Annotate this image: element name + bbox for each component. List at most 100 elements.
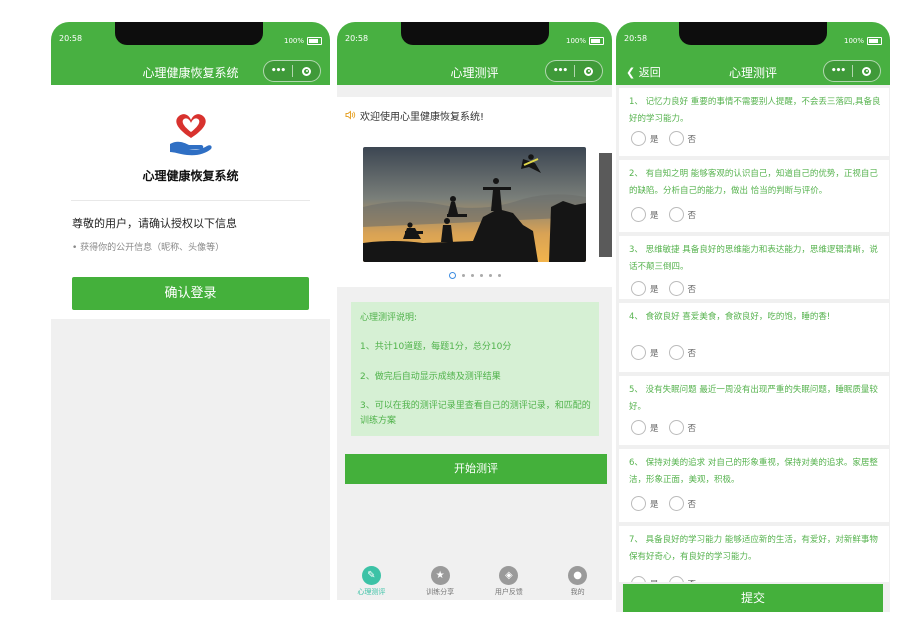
tab-feedback[interactable]: ◈ 用户反馈	[475, 562, 544, 600]
more-button[interactable]: •••	[824, 66, 852, 76]
carousel-dot[interactable]	[462, 274, 465, 277]
record-icon	[862, 66, 871, 76]
option-yes[interactable]: 是	[631, 496, 659, 511]
battery-status: 100%	[566, 37, 604, 45]
answer-options: 是否	[631, 131, 706, 146]
bottom-tab-bar: ✎ 心理测评 ★ 训练分享 ◈ 用户反馈 ● 我的	[337, 562, 612, 600]
battery-status: 100%	[844, 37, 882, 45]
instruction-item: 3、可以在我的测评记录里查看自己的测评记录，和匹配的训练方案	[360, 401, 591, 426]
next-banner-preview	[599, 153, 612, 257]
divider	[71, 200, 310, 201]
answer-options: 是否	[631, 345, 706, 360]
tab-profile[interactable]: ● 我的	[543, 562, 612, 600]
tab-label: 用户反馈	[494, 588, 523, 596]
radio-button[interactable]	[668, 496, 684, 511]
tab-assessment[interactable]: ✎ 心理测评	[337, 562, 406, 600]
login-screen: 20:58 100% 心理健康恢复系统 ••• 心理健康恢复系统 尊敬的用户，请…	[51, 22, 330, 600]
radio-button[interactable]	[631, 345, 646, 360]
option-label: 是	[650, 423, 659, 434]
radio-button[interactable]	[631, 131, 646, 146]
option-label: 否	[687, 134, 697, 145]
nav-bar: 20:58 100% 心理健康恢复系统 •••	[51, 22, 330, 85]
more-button[interactable]: •••	[546, 66, 574, 76]
notch	[679, 22, 827, 45]
answer-options: 是否	[631, 496, 706, 511]
radio-button[interactable]	[668, 281, 684, 296]
instruction-item: 2、做完后自动显示成绩及测评结果	[360, 372, 501, 382]
tab-label: 心理测评	[357, 588, 386, 596]
question-item: 1、 记忆力良好 重要的事情不需要别人提醒，不会丢三落四,具备良好的学习能力。是…	[619, 88, 889, 156]
confirm-login-button[interactable]: 确认登录	[72, 277, 309, 310]
banner-carousel[interactable]	[337, 133, 612, 287]
option-yes[interactable]: 是	[631, 345, 659, 360]
question-text: 7、 具备良好的学习能力 能够适应新的生活，有爱好，对新鲜事物保有好奇心，有良好…	[629, 535, 878, 562]
option-no[interactable]: 否	[668, 207, 696, 222]
carousel-dot[interactable]	[471, 274, 474, 277]
teamwork-silhouette-image	[363, 147, 586, 262]
submit-button[interactable]: 提交	[623, 584, 883, 612]
start-assessment-button[interactable]: 开始测评	[345, 454, 607, 484]
option-label: 是	[650, 134, 659, 145]
answer-options: 是否	[631, 420, 706, 435]
assessment-home-screen: 20:58 100% 心理测评 ••• 欢迎使用心里健康恢复系统! 心理测评说明…	[337, 22, 612, 600]
questionnaire-screen: 20:58 100% ❮ 返回 心理测评 ••• 1、 记忆力良好 重要的事情不…	[616, 22, 890, 612]
mini-program-capsule: •••	[263, 60, 321, 82]
radio-button[interactable]	[668, 207, 684, 222]
auth-card: 心理健康恢复系统 尊敬的用户，请确认授权以下信息 • 获得你的公开信息（昵称、头…	[51, 85, 330, 319]
banner-image[interactable]	[363, 147, 586, 262]
status-time: 20:58	[624, 34, 648, 43]
option-yes[interactable]: 是	[631, 131, 659, 146]
feedback-icon: ◈	[499, 566, 519, 585]
option-yes[interactable]: 是	[631, 420, 659, 435]
question-item: 2、 有自知之明 能够客观的认识自己，知道自己的优势，正视自己的缺陷。分析自己的…	[619, 160, 889, 232]
speaker-icon	[345, 110, 356, 120]
close-button[interactable]	[293, 66, 320, 76]
option-label: 是	[650, 210, 659, 221]
close-button[interactable]	[575, 66, 602, 76]
radio-button[interactable]	[631, 496, 646, 511]
battery-icon	[867, 37, 882, 45]
radio-button[interactable]	[631, 281, 646, 296]
answer-options: 是否	[631, 207, 706, 222]
app-name: 心理健康恢复系统	[142, 169, 239, 183]
question-text: 3、 思维敏捷 具备良好的思维能力和表达能力，思维逻辑清晰，说话不颠三倒四。	[629, 245, 878, 272]
option-no[interactable]: 否	[668, 281, 696, 296]
option-no[interactable]: 否	[668, 420, 696, 435]
question-item: 5、 没有失眠问题 最近一周没有出现严重的失眠问题，睡眠质量较好。是否	[619, 376, 889, 445]
option-no[interactable]: 否	[668, 131, 697, 146]
question-text: 2、 有自知之明 能够客观的认识自己，知道自己的优势，正视自己的缺陷。分析自己的…	[629, 169, 878, 196]
more-button[interactable]: •••	[264, 66, 292, 76]
carousel-dot[interactable]	[480, 274, 483, 277]
question-text: 4、 食欲良好 喜爱美食，食欲良好，吃的饱，睡的香!	[629, 312, 831, 322]
instructions-heading: 心理测评说明:	[360, 313, 418, 323]
option-label: 是	[650, 284, 659, 295]
radio-button[interactable]	[631, 420, 646, 435]
permission-item: • 获得你的公开信息（昵称、头像等）	[72, 243, 225, 253]
battery-status: 100%	[284, 37, 322, 45]
carousel-indicators	[449, 272, 501, 279]
option-no[interactable]: 否	[668, 496, 696, 511]
nav-bar: 20:58 100% 心理测评 •••	[337, 22, 612, 85]
status-time: 20:58	[345, 34, 369, 43]
radio-button[interactable]	[668, 345, 684, 360]
radio-button[interactable]	[631, 207, 646, 222]
tab-training-share[interactable]: ★ 训练分享	[406, 562, 475, 600]
carousel-dot[interactable]	[489, 274, 492, 277]
submit-bar: 提交	[616, 582, 890, 612]
option-no[interactable]: 否	[668, 345, 696, 360]
tab-label: 我的	[570, 588, 585, 596]
carousel-dot[interactable]	[449, 272, 456, 279]
option-yes[interactable]: 是	[631, 281, 659, 296]
status-time: 20:58	[59, 34, 83, 43]
assessment-instructions: 心理测评说明: 1、共计10道题，每题1分，总分10分 2、做完后自动显示成绩及…	[351, 302, 599, 436]
heart-hand-logo-icon	[170, 114, 212, 156]
carousel-dot[interactable]	[498, 274, 501, 277]
radio-button[interactable]	[668, 420, 684, 435]
mini-program-capsule: •••	[545, 60, 603, 82]
close-button[interactable]	[853, 66, 880, 76]
radio-button[interactable]	[668, 131, 684, 146]
battery-icon	[589, 37, 604, 45]
question-item: 3、 思维敏捷 具备良好的思维能力和表达能力，思维逻辑清晰，说话不颠三倒四。是否	[619, 236, 889, 299]
nav-bar: 20:58 100% ❮ 返回 心理测评 •••	[616, 22, 890, 85]
option-yes[interactable]: 是	[631, 207, 659, 222]
